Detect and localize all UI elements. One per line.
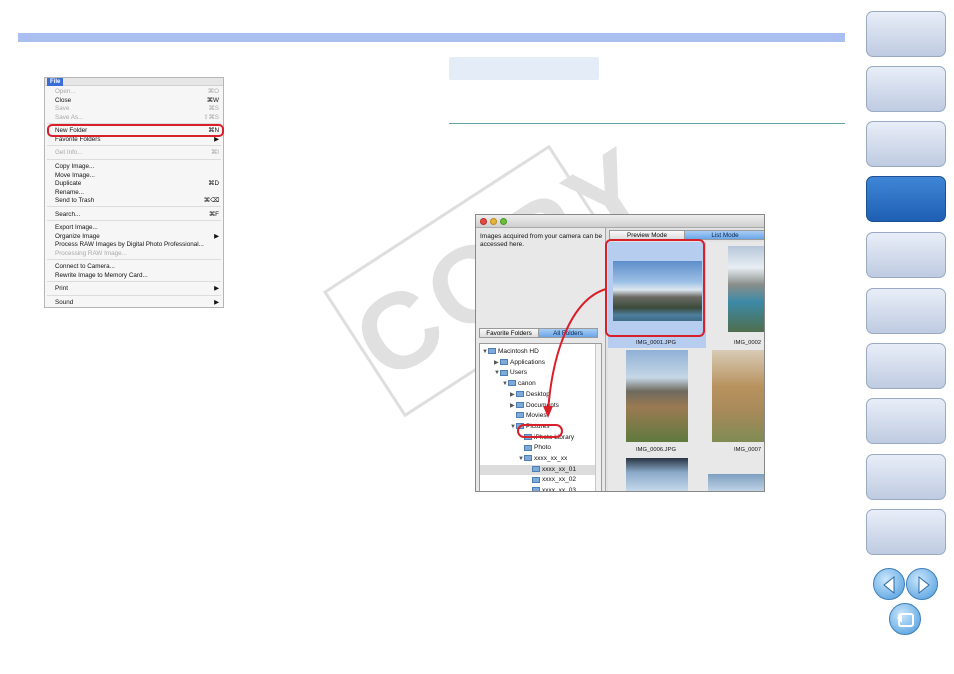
drag-arrow (543, 288, 607, 418)
nav-tab-1[interactable] (866, 11, 946, 57)
nav-tab-10[interactable] (866, 509, 946, 555)
nav-tab-8[interactable] (866, 398, 946, 444)
nav-tab-6[interactable] (866, 288, 946, 334)
nav-tab-2[interactable] (866, 66, 946, 112)
arrow-left-icon[interactable] (873, 568, 905, 600)
nav-tab-4[interactable] (866, 176, 946, 222)
nav-tab-9[interactable] (866, 454, 946, 500)
nav-tab-3[interactable] (866, 121, 946, 167)
nav-tab-5[interactable] (866, 232, 946, 278)
return-icon[interactable] (889, 603, 921, 635)
nav-tab-7[interactable] (866, 343, 946, 389)
arrow-right-icon[interactable] (906, 568, 938, 600)
